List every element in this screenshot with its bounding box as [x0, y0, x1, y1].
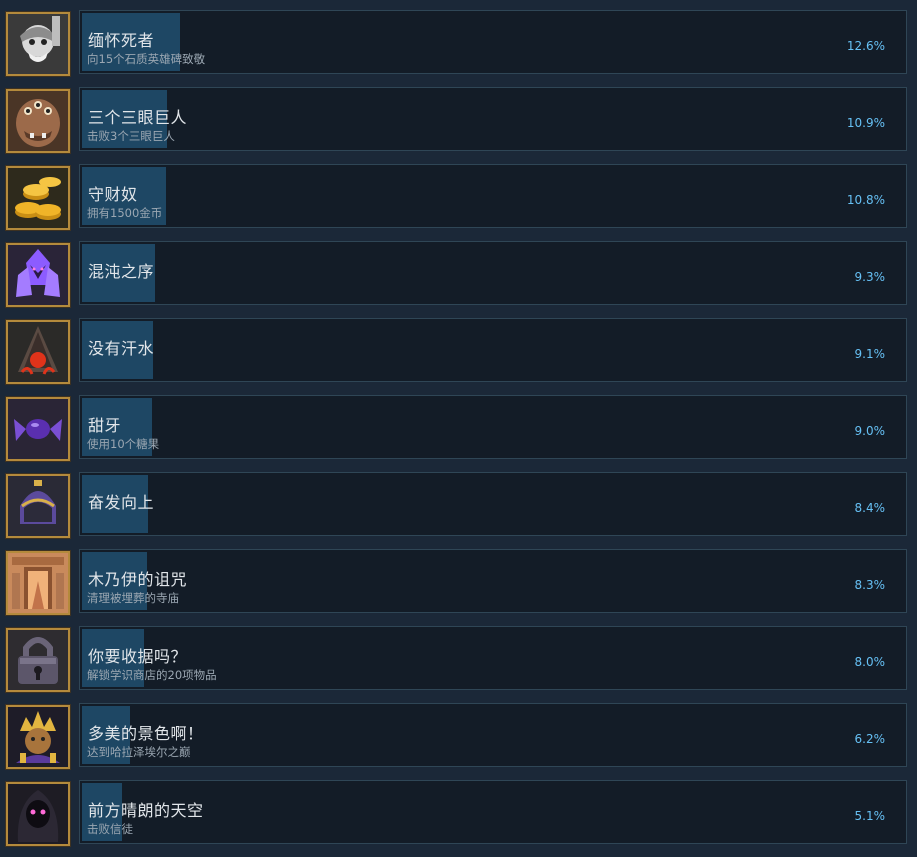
- achievement-percent: 10.9%: [846, 116, 885, 130]
- candy-icon: [5, 396, 71, 462]
- achievement-description: 击败信徒: [87, 822, 133, 836]
- achievement-card: 混沌之序 9.3%: [79, 241, 907, 305]
- temple-door-icon: [5, 550, 71, 616]
- hooded-flame-icon: [5, 319, 71, 385]
- achievement-title: 多美的景色啊！: [88, 724, 204, 743]
- achievement-row[interactable]: 混沌之序 9.3%: [0, 241, 917, 318]
- achievement-description: 向15个石质英雄碑致敬: [87, 52, 206, 66]
- achievement-card: 奋发向上 8.4%: [79, 472, 907, 536]
- achievement-card: 守财奴 拥有1500金币 10.8%: [79, 164, 907, 228]
- achievement-percent: 8.0%: [854, 655, 886, 669]
- achievement-row[interactable]: 三个三眼巨人 击败3个三眼巨人 10.9%: [0, 87, 917, 164]
- achievement-description: 解锁学识商店的20项物品: [87, 668, 217, 682]
- stone-hero-icon: [5, 11, 71, 77]
- achievement-row[interactable]: 多美的景色啊！ 达到哈拉泽埃尔之巅 6.2%: [0, 703, 917, 780]
- achievement-card: 缅怀死者 向15个石质英雄碑致敬 12.6%: [79, 10, 907, 74]
- achievement-card: 没有汗水 9.1%: [79, 318, 907, 382]
- achievement-card: 多美的景色啊！ 达到哈拉泽埃尔之巅 6.2%: [79, 703, 907, 767]
- achievement-percent: 10.8%: [846, 193, 885, 207]
- achievement-card: 甜牙 使用10个糖果 9.0%: [79, 395, 907, 459]
- achievement-title: 甜牙: [88, 416, 122, 435]
- achievement-row[interactable]: 守财奴 拥有1500金币 10.8%: [0, 164, 917, 241]
- gold-coins-icon: [5, 165, 71, 231]
- achievement-card: 三个三眼巨人 击败3个三眼巨人 10.9%: [79, 87, 907, 151]
- achievement-row[interactable]: 前方晴朗的天空 击败信徒 5.1%: [0, 780, 917, 857]
- achievement-card: 前方晴朗的天空 击败信徒 5.1%: [79, 780, 907, 844]
- achievement-row[interactable]: 你要收据吗？ 解锁学识商店的20项物品 8.0%: [0, 626, 917, 703]
- achievement-card: 木乃伊的诅咒 清理被埋葬的寺庙 8.3%: [79, 549, 907, 613]
- achievement-percent: 5.1%: [854, 809, 886, 823]
- achievement-title: 三个三眼巨人: [88, 108, 188, 127]
- achievement-card: 你要收据吗？ 解锁学识商店的20项物品 8.0%: [79, 626, 907, 690]
- achievement-row[interactable]: 木乃伊的诅咒 清理被埋葬的寺庙 8.3%: [0, 549, 917, 626]
- achievement-row[interactable]: 甜牙 使用10个糖果 9.0%: [0, 395, 917, 472]
- achievement-title: 缅怀死者: [88, 31, 155, 50]
- crowned-king-icon: [5, 704, 71, 770]
- achievement-percent: 9.1%: [854, 347, 886, 361]
- achievement-percent: 8.4%: [854, 501, 886, 515]
- hooded-cultist-icon: [5, 781, 71, 847]
- achievement-description: 拥有1500金币: [87, 206, 163, 220]
- achievement-title: 混沌之序: [88, 262, 155, 281]
- achievement-percent: 6.2%: [854, 732, 886, 746]
- achievement-title: 前方晴朗的天空: [88, 801, 204, 820]
- achievement-percent: 9.3%: [854, 270, 886, 284]
- achievement-title: 守财奴: [88, 185, 138, 204]
- achievement-title: 你要收据吗？: [88, 647, 188, 666]
- achievement-title: 没有汗水: [88, 339, 155, 358]
- achievement-title: 奋发向上: [88, 493, 155, 512]
- achievement-row[interactable]: 缅怀死者 向15个石质英雄碑致敬 12.6%: [0, 10, 917, 87]
- achievement-row[interactable]: 没有汗水 9.1%: [0, 318, 917, 395]
- achievement-percent: 8.3%: [854, 578, 886, 592]
- achievement-title: 木乃伊的诅咒: [88, 570, 188, 589]
- achievement-description: 清理被埋葬的寺庙: [87, 591, 179, 605]
- padlock-icon: [5, 627, 71, 693]
- achievement-percent: 9.0%: [854, 424, 886, 438]
- achievement-row[interactable]: 奋发向上 8.4%: [0, 472, 917, 549]
- helmet-icon: [5, 473, 71, 539]
- achievement-percent: 12.6%: [846, 39, 885, 53]
- purple-crystal-icon: [5, 242, 71, 308]
- achievement-description: 击败3个三眼巨人: [87, 129, 175, 143]
- achievement-description: 达到哈拉泽埃尔之巅: [87, 745, 191, 759]
- three-eyed-giant-icon: [5, 88, 71, 154]
- achievement-description: 使用10个糖果: [87, 437, 160, 451]
